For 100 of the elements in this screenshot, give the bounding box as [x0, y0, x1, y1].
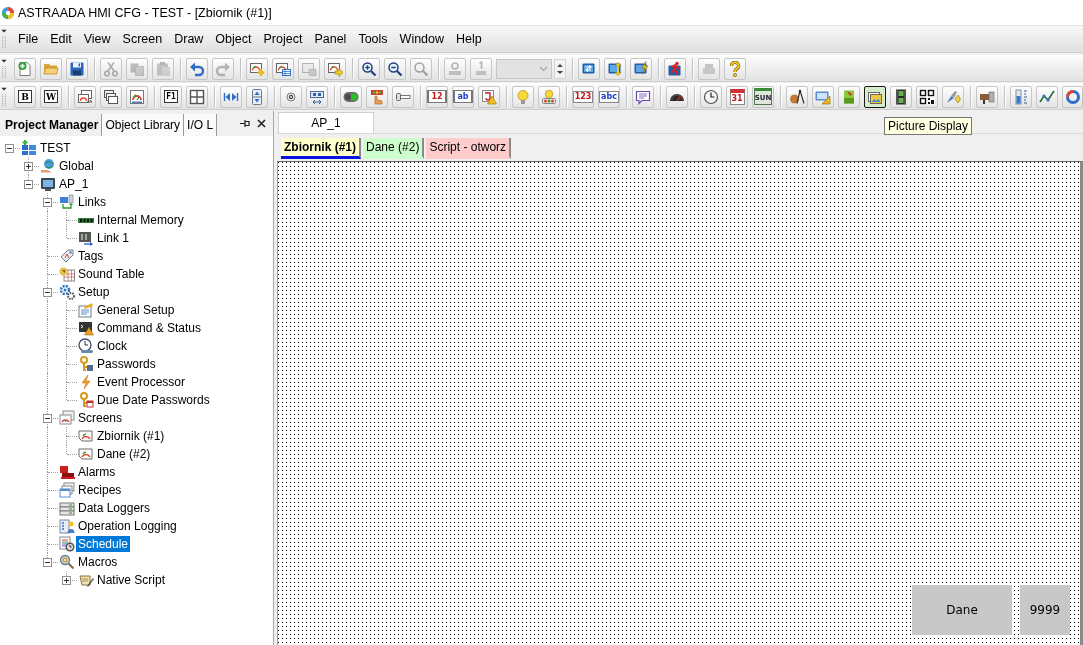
collapse-icon[interactable] — [43, 197, 52, 207]
number-display-button[interactable]: 12 — [426, 85, 448, 108]
tree-item[interactable]: Sound Table — [76, 266, 147, 282]
grip-icon[interactable] — [0, 85, 8, 108]
tree-item[interactable]: AP_1 — [57, 176, 91, 192]
numeric-display[interactable]: 9999 — [1020, 585, 1070, 635]
tree-item[interactable]: Schedule — [76, 536, 131, 552]
grid-button[interactable] — [186, 85, 208, 108]
tree-item[interactable]: Passwords — [95, 356, 158, 372]
tree-item[interactable]: Link 1 — [95, 230, 132, 246]
run-button[interactable] — [664, 57, 686, 80]
tree-item[interactable]: Internal Memory — [95, 212, 186, 228]
clock-button[interactable] — [700, 85, 722, 108]
tree-item[interactable]: Command & Status — [95, 320, 204, 336]
zoom-spinner[interactable] — [554, 58, 566, 79]
bit-button[interactable]: B — [14, 85, 36, 108]
screen-tab[interactable]: Script - otworz — [426, 138, 512, 159]
save-button[interactable] — [66, 57, 88, 80]
shift-button[interactable] — [306, 85, 328, 108]
tree-item[interactable]: Screens — [76, 410, 125, 426]
tree-item[interactable]: TEST — [38, 140, 73, 156]
menu-item[interactable]: Tools — [352, 29, 394, 49]
tree-item[interactable]: Event Processor — [95, 374, 188, 390]
screen-properties-button[interactable] — [272, 57, 294, 80]
pipe-button[interactable] — [976, 85, 998, 108]
text-input-button[interactable]: abc — [598, 85, 620, 108]
tree-item[interactable]: Due Date Passwords — [95, 392, 212, 408]
new-button[interactable] — [14, 57, 36, 80]
screen-tab[interactable]: Zbiornik (#1) — [281, 138, 361, 159]
state-button[interactable] — [478, 85, 500, 108]
message-button[interactable] — [632, 85, 654, 108]
menu-item[interactable]: Window — [393, 29, 451, 49]
menu-item[interactable]: Edit — [44, 29, 78, 49]
zoom-in-button[interactable] — [358, 57, 380, 80]
panel-tab[interactable]: Object Library — [102, 114, 185, 136]
menu-item[interactable]: Draw — [168, 29, 210, 49]
collapse-icon[interactable] — [24, 179, 33, 189]
screen-export-button[interactable] — [324, 57, 346, 80]
push-button[interactable] — [366, 85, 388, 108]
picture-display-button[interactable] — [864, 85, 886, 108]
tree-item[interactable]: Clock — [95, 338, 129, 354]
document-tab[interactable]: AP_1 — [278, 112, 374, 133]
spinner-button[interactable] — [246, 85, 268, 108]
tree-item[interactable]: Alarms — [76, 464, 118, 480]
toggle-button[interactable] — [340, 85, 362, 108]
tree-item[interactable]: Global — [57, 158, 96, 174]
tree-item[interactable]: Native Script — [95, 572, 168, 588]
tree-item[interactable]: Data Loggers — [76, 500, 153, 516]
slider-button[interactable] — [392, 85, 414, 108]
help-button[interactable] — [724, 57, 746, 80]
word-button[interactable]: W — [40, 85, 62, 108]
tree-item[interactable]: Setup — [76, 284, 112, 300]
ring-button[interactable] — [1062, 85, 1083, 108]
collapse-icon[interactable] — [43, 413, 52, 423]
draw-button[interactable] — [786, 85, 808, 108]
menu-item[interactable]: Panel — [308, 29, 353, 49]
option-button[interactable] — [280, 85, 302, 108]
grip-icon[interactable] — [0, 57, 8, 80]
trend-button[interactable] — [1036, 85, 1058, 108]
screen-tab[interactable]: Dane (#2) — [363, 138, 425, 159]
close-icon[interactable] — [256, 118, 267, 129]
tree-item[interactable]: Dane (#2) — [95, 446, 153, 462]
tree-item[interactable]: Macros — [76, 554, 120, 570]
upload-button[interactable] — [604, 57, 626, 80]
qr-code-button[interactable] — [916, 85, 938, 108]
tree-item[interactable]: General Setup — [95, 302, 177, 318]
animation-button[interactable] — [890, 85, 912, 108]
menu-item[interactable]: View — [77, 29, 117, 49]
menu-item[interactable]: Help — [450, 29, 488, 49]
menu-item[interactable]: Screen — [116, 29, 169, 49]
tree-item[interactable]: Recipes — [76, 482, 124, 498]
collapse-icon[interactable] — [43, 557, 52, 567]
step-button[interactable] — [220, 85, 242, 108]
windows-button[interactable] — [100, 85, 122, 108]
tree-item[interactable]: Operation Logging — [76, 518, 179, 534]
screen-gauge-button[interactable] — [126, 85, 148, 108]
flash-button[interactable] — [630, 57, 652, 80]
tree-item[interactable]: Zbiornik (#1) — [95, 428, 167, 444]
number-input-button[interactable]: 123 — [572, 85, 594, 108]
panel-tab[interactable]: Project Manager — [2, 114, 103, 136]
tree-item[interactable]: Tags — [76, 248, 106, 264]
grip-icon[interactable] — [0, 28, 8, 50]
expand-icon[interactable] — [62, 575, 71, 585]
menu-item[interactable]: Object — [209, 29, 258, 49]
panel-tab[interactable]: I/O L — [184, 114, 218, 136]
date-button[interactable]: 31 — [726, 85, 748, 108]
hmi-button[interactable]: Dane — [912, 585, 1012, 635]
lamps-button[interactable] — [538, 85, 560, 108]
new-screen-button[interactable] — [246, 57, 268, 80]
meter-button[interactable] — [666, 85, 688, 108]
menu-item[interactable]: Project — [257, 29, 309, 49]
undo-button[interactable] — [186, 57, 208, 80]
text-display-button[interactable]: ab — [452, 85, 474, 108]
pin-icon[interactable] — [239, 118, 250, 129]
tree-item[interactable]: Links — [76, 194, 108, 210]
lamp-button[interactable] — [512, 85, 534, 108]
collapse-icon[interactable] — [43, 287, 52, 297]
function-key-button[interactable]: F1 — [160, 85, 182, 108]
bar-graph-button[interactable] — [1010, 85, 1032, 108]
collapse-icon[interactable] — [5, 143, 14, 153]
